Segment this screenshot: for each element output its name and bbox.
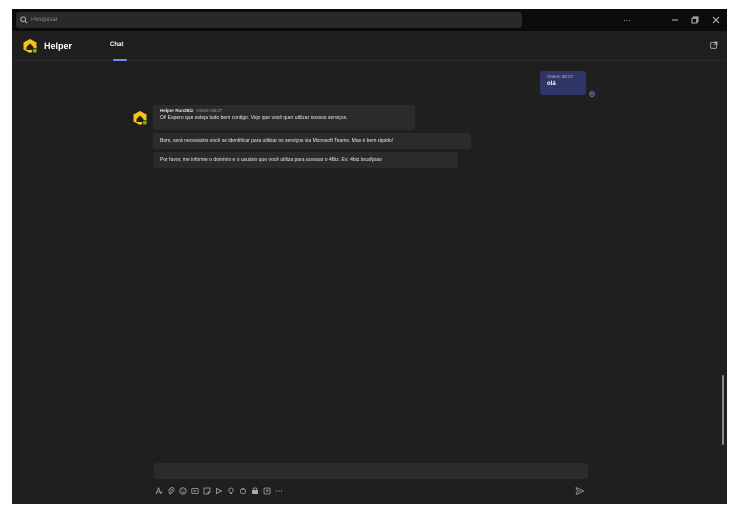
read-receipt-icon bbox=[589, 91, 595, 97]
tab-chat[interactable]: Chat bbox=[110, 42, 123, 48]
message-timestamp: Ontem 08:27 bbox=[547, 74, 574, 79]
message-timestamp: Ontem 08:27 bbox=[196, 108, 223, 113]
bot-message-bubble[interactable]: Bom, será necessário você se identificar… bbox=[153, 133, 471, 149]
app-header: Helper Chat bbox=[12, 31, 727, 61]
bot-message-bubble[interactable]: Por favor, me informe o domínio e o usuá… bbox=[153, 152, 458, 168]
app-name: Helper bbox=[44, 41, 73, 51]
approvals-icon bbox=[251, 487, 258, 494]
bot-message-bubble[interactable]: Helper Run2Biz Ontem 08:27 Oi! Espero que… bbox=[153, 105, 415, 130]
teams-window: ··· Helper Chat Ontem 08:27 olá bbox=[12, 9, 727, 504]
more-options-button[interactable]: ··· bbox=[616, 9, 638, 31]
attach-icon bbox=[167, 487, 174, 495]
search-input[interactable] bbox=[31, 17, 511, 23]
search-box[interactable] bbox=[16, 12, 522, 28]
restore-button[interactable] bbox=[684, 9, 706, 31]
minimize-button[interactable] bbox=[664, 9, 686, 31]
message-sender: Helper Run2Biz bbox=[160, 108, 194, 113]
gif-icon bbox=[190, 488, 199, 494]
close-button[interactable] bbox=[705, 9, 727, 31]
title-bar: ··· bbox=[12, 9, 727, 31]
bulb-icon bbox=[227, 487, 234, 494]
more-tools-button[interactable] bbox=[274, 487, 283, 496]
restore-icon bbox=[691, 16, 699, 24]
format-button[interactable] bbox=[154, 487, 163, 496]
send-icon[interactable] bbox=[575, 486, 585, 496]
sent-message-bubble[interactable]: Ontem 08:27 olá bbox=[540, 71, 586, 95]
emoji-button[interactable] bbox=[178, 487, 187, 496]
praise-icon bbox=[215, 487, 222, 495]
active-tab-indicator bbox=[113, 59, 127, 61]
apps-button[interactable] bbox=[262, 487, 271, 496]
message-text: Por favor, me informe o domínio e o usuá… bbox=[160, 157, 382, 163]
minimize-icon bbox=[672, 19, 678, 21]
approvals-button[interactable] bbox=[250, 487, 259, 496]
attach-button[interactable] bbox=[166, 487, 175, 496]
loop-button[interactable] bbox=[238, 487, 247, 496]
popout-icon[interactable] bbox=[710, 41, 718, 49]
message-text: Oi! Espero que esteja tudo bem contigo. … bbox=[160, 115, 348, 121]
close-icon bbox=[712, 16, 720, 24]
loop-icon bbox=[239, 487, 246, 495]
message-text: olá bbox=[547, 81, 556, 87]
message-text: Bom, será necessário você se identificar… bbox=[160, 138, 394, 144]
more-icon bbox=[275, 490, 282, 492]
message-header: Helper Run2Biz Ontem 08:27 bbox=[160, 108, 408, 113]
bulb-button[interactable] bbox=[226, 487, 235, 496]
sticker-icon bbox=[203, 487, 210, 495]
gif-button[interactable] bbox=[190, 487, 199, 496]
compose-box[interactable] bbox=[154, 463, 588, 483]
search-icon bbox=[20, 16, 28, 24]
apps-icon bbox=[263, 487, 270, 495]
message-input[interactable] bbox=[154, 467, 588, 483]
scrollbar-thumb[interactable] bbox=[722, 375, 724, 445]
sticker-button[interactable] bbox=[202, 487, 211, 496]
emoji-icon bbox=[178, 487, 187, 495]
bot-avatar[interactable] bbox=[132, 110, 148, 126]
praise-button[interactable] bbox=[214, 487, 223, 496]
compose-toolbar bbox=[154, 485, 283, 497]
helper-logo-icon bbox=[23, 39, 38, 54]
format-icon bbox=[155, 487, 163, 495]
